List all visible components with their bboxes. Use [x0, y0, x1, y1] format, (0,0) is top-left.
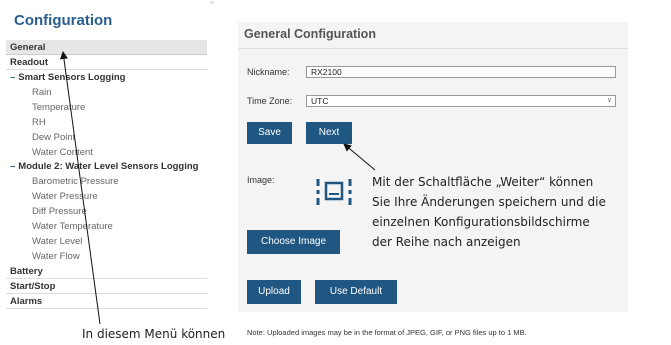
- sidebar-item-rh[interactable]: RH: [6, 115, 207, 130]
- use-default-button[interactable]: Use Default: [315, 280, 397, 304]
- next-button[interactable]: Next: [306, 122, 352, 144]
- page-title: General Configuration: [244, 27, 376, 41]
- scroll-up-icon[interactable]: ^: [210, 0, 214, 9]
- sidebar-item-water-pressure[interactable]: Water Pressure: [6, 189, 207, 204]
- chevron-down-icon: ∨: [606, 97, 612, 104]
- image-placeholder-icon: [314, 176, 354, 208]
- sidebar-item-label: Readout: [10, 57, 48, 68]
- sidebar-item-dew-point[interactable]: Dew Point: [6, 130, 207, 145]
- upload-note: Note: Uploaded images may be in the form…: [247, 328, 527, 337]
- sidebar-item-label: Start/Stop: [10, 281, 56, 292]
- sidebar-item-label: Battery: [10, 266, 43, 277]
- save-button[interactable]: Save: [247, 122, 292, 144]
- sidebar-item-label: Temperature: [32, 102, 86, 113]
- callout-line: der Reihe nach anzeigen: [372, 235, 521, 249]
- sidebar-item-water-flow[interactable]: Water Flow: [6, 249, 207, 264]
- sidebar-item-label: Module 2: Water Level Sensors Logging: [18, 161, 199, 172]
- sidebar-item-label: RH: [32, 117, 46, 128]
- choose-image-button[interactable]: Choose Image: [247, 230, 340, 254]
- sidebar-item-label: Barometric Pressure: [32, 176, 119, 187]
- sidebar: Configuration General Readout – Smart Senso…: [0, 0, 207, 345]
- sidebar-item-label: Water Level: [32, 236, 83, 247]
- sidebar-item-water-temperature[interactable]: Water Temperature: [6, 219, 207, 234]
- timezone-select[interactable]: UTC ∨: [306, 95, 616, 107]
- sidebar-item-alarms[interactable]: Alarms: [6, 294, 207, 309]
- sidebar-item-label: Water Content: [32, 147, 93, 158]
- sidebar-item-label: Dew Point: [32, 132, 76, 143]
- sidebar-item-water-content[interactable]: Water Content: [6, 145, 207, 160]
- nickname-value: RX2100: [311, 67, 342, 77]
- callout-line: Mit der Schaltfläche „Weiter“ können: [372, 175, 594, 189]
- sidebar-item-module-2-water-level-sensors-logging[interactable]: – Module 2: Water Level Sensors Logging: [6, 160, 207, 174]
- timezone-label: Time Zone:: [247, 96, 293, 106]
- sidebar-item-label: Smart Sensors Logging: [18, 72, 126, 83]
- image-label: Image:: [247, 175, 275, 185]
- sidebar-item-label: Water Pressure: [32, 191, 98, 202]
- timezone-value: UTC: [311, 96, 329, 106]
- upload-button[interactable]: Upload: [247, 280, 301, 304]
- callout-line: Sie Ihre Änderungen speichern und die: [372, 195, 606, 209]
- menu-callout: In diesem Menü können: [80, 324, 228, 344]
- sidebar-item-temperature[interactable]: Temperature: [6, 100, 207, 115]
- collapse-icon[interactable]: –: [10, 161, 15, 172]
- nickname-label: Nickname:: [247, 67, 290, 77]
- sidebar-item-battery[interactable]: Battery: [6, 264, 207, 279]
- next-button-callout: Mit der Schaltfläche „Weiter“ können Sie …: [372, 172, 606, 252]
- sidebar-item-label: Rain: [32, 87, 52, 98]
- sidebar-item-readout[interactable]: Readout: [6, 55, 207, 70]
- app-title: Configuration: [14, 12, 113, 29]
- nickname-field[interactable]: RX2100: [306, 66, 616, 78]
- callout-line: einzelnen Konfigurationsbildschirme: [372, 215, 590, 229]
- sidebar-item-diff-pressure[interactable]: Diff Pressure: [6, 204, 207, 219]
- sidebar-item-rain[interactable]: Rain: [6, 85, 207, 100]
- sidebar-item-general[interactable]: General: [6, 40, 207, 55]
- divider: [238, 48, 628, 49]
- collapse-icon[interactable]: –: [10, 72, 15, 83]
- sidebar-item-label: General: [10, 42, 46, 53]
- sidebar-item-smart-sensors-logging[interactable]: – Smart Sensors Logging: [6, 70, 207, 85]
- sidebar-item-label: Diff Pressure: [32, 206, 87, 217]
- sidebar-item-label: Alarms: [10, 296, 43, 307]
- sidebar-item-barometric-pressure[interactable]: Barometric Pressure: [6, 174, 207, 189]
- sidebar-item-label: Water Flow: [32, 251, 80, 262]
- sidebar-item-water-level[interactable]: Water Level: [6, 234, 207, 249]
- sidebar-item-start-stop[interactable]: Start/Stop: [6, 279, 207, 294]
- sidebar-item-label: Water Temperature: [32, 221, 113, 232]
- sidebar-nav: General Readout – Smart Sensors Logging Rain…: [6, 40, 207, 309]
